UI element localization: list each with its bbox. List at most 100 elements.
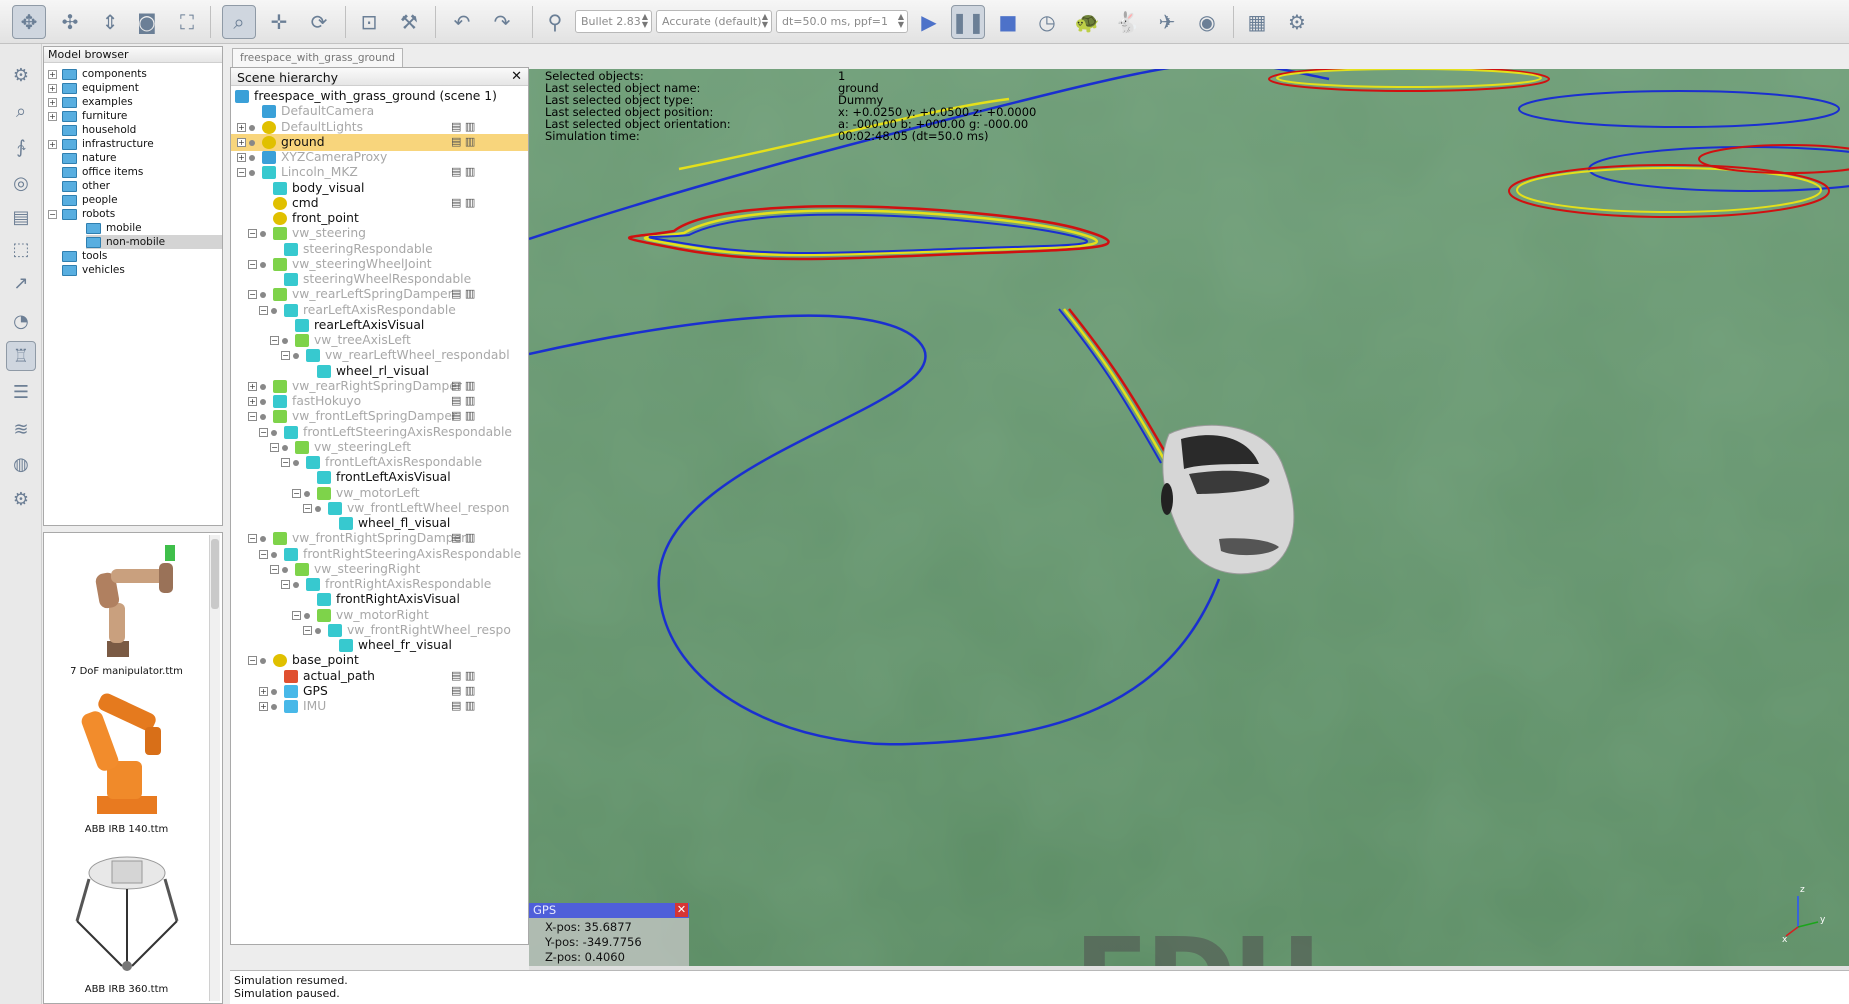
model-browser-toggle-icon[interactable]: ♖ bbox=[6, 341, 36, 371]
collapse-icon[interactable]: − bbox=[237, 168, 246, 178]
redo-icon[interactable]: ↷ bbox=[485, 5, 519, 39]
collapse-icon[interactable]: − bbox=[248, 259, 257, 269]
gps-panel[interactable]: GPS ✕ X-pos: 35.6877 Y-pos: -349.7756 Z-p… bbox=[529, 903, 689, 966]
scene-tab[interactable]: freespace_with_grass_ground bbox=[232, 48, 404, 68]
start-simulation-icon[interactable]: ▶ bbox=[912, 5, 946, 39]
model-thumbnail[interactable]: 7 DoF manipulator.ttm bbox=[44, 533, 209, 677]
scripts-icon[interactable]: ▤ bbox=[6, 202, 36, 232]
folder-item[interactable]: nature bbox=[62, 151, 116, 165]
collapse-icon[interactable]: − bbox=[303, 503, 312, 513]
collapse-icon[interactable]: − bbox=[248, 656, 257, 666]
collapse-icon[interactable]: − bbox=[248, 534, 257, 544]
folder-item[interactable]: + furniture bbox=[48, 109, 127, 123]
folder-item[interactable]: + components bbox=[48, 67, 147, 81]
collapse-icon[interactable]: − bbox=[248, 229, 257, 239]
dynamics-icon[interactable]: ⚲ bbox=[538, 5, 572, 39]
collapse-icon[interactable]: − bbox=[281, 580, 290, 589]
object-script-icon[interactable]: ▤ ▥ bbox=[451, 394, 475, 407]
expand-icon[interactable]: + bbox=[48, 111, 57, 121]
folder-item[interactable]: household bbox=[62, 123, 136, 137]
object-script-icon[interactable]: ▤ ▥ bbox=[451, 165, 475, 178]
object-script-icon[interactable]: ▤ ▥ bbox=[451, 669, 475, 682]
user-settings-icon[interactable]: ⚙ bbox=[6, 484, 36, 514]
close-icon[interactable]: ✕ bbox=[675, 903, 688, 917]
expand-icon[interactable]: + bbox=[259, 686, 268, 696]
scene-hierarchy-toggle-icon[interactable]: ☰ bbox=[6, 377, 36, 407]
expand-icon[interactable]: + bbox=[48, 69, 57, 79]
expand-icon[interactable]: + bbox=[48, 97, 57, 107]
object-script-icon[interactable]: ▤ ▥ bbox=[451, 684, 475, 697]
path-edit-icon[interactable]: ↗ bbox=[6, 268, 36, 298]
collapse-icon[interactable]: − bbox=[303, 625, 312, 635]
scrollbar-thumb[interactable] bbox=[211, 539, 219, 609]
collapse-icon[interactable]: − bbox=[259, 549, 268, 559]
folder-item[interactable]: tools bbox=[62, 249, 107, 263]
expand-icon[interactable]: + bbox=[48, 139, 57, 149]
calculation-modules-icon[interactable]: ⌕ bbox=[6, 96, 36, 126]
collapse-icon[interactable]: − bbox=[270, 336, 279, 345]
collapse-icon[interactable]: − bbox=[248, 412, 257, 422]
object-script-icon[interactable]: ▤ ▥ bbox=[451, 379, 475, 392]
expand-icon[interactable]: + bbox=[259, 702, 268, 711]
realtime-icon[interactable]: ◷ bbox=[1030, 5, 1064, 39]
expand-icon[interactable]: + bbox=[237, 153, 246, 162]
math-expression-icon[interactable]: ∱ bbox=[6, 132, 36, 162]
folder-item[interactable]: office items bbox=[62, 165, 143, 179]
collections-icon[interactable]: ◎ bbox=[6, 168, 36, 198]
tree-item[interactable]: + IMU ▤ ▥ bbox=[231, 698, 528, 715]
assemble-icon[interactable]: ⊡ bbox=[352, 5, 386, 39]
model-thumbnail[interactable]: ABB IRB 360.ttm bbox=[44, 851, 209, 995]
folder-item[interactable]: + examples bbox=[48, 95, 133, 109]
object-script-icon[interactable]: ▤ ▥ bbox=[451, 699, 475, 712]
object-script-icon[interactable]: ▤ ▥ bbox=[451, 287, 475, 300]
folder-item[interactable]: people bbox=[62, 193, 118, 207]
collapse-icon[interactable]: − bbox=[270, 442, 279, 452]
collapse-icon[interactable]: − bbox=[270, 564, 279, 574]
accuracy-select[interactable]: Accurate (default) ▲ ▼ bbox=[656, 10, 772, 33]
collapse-icon[interactable]: − bbox=[48, 209, 57, 219]
thumbnails-scrollbar[interactable] bbox=[209, 535, 220, 1001]
timestep-select[interactable]: dt=50.0 ms, ppf=1 ▲ ▼ bbox=[776, 10, 908, 33]
folder-item[interactable]: mobile bbox=[86, 221, 142, 235]
scene-icon[interactable]: ▦ bbox=[1240, 5, 1274, 39]
speed-up-icon[interactable]: 🐇 bbox=[1110, 5, 1144, 39]
expand-icon[interactable]: + bbox=[248, 397, 257, 406]
folder-item[interactable]: + infrastructure bbox=[48, 137, 154, 151]
close-icon[interactable]: ✕ bbox=[511, 69, 522, 84]
thread-rendering-icon[interactable]: ✈ bbox=[1150, 5, 1184, 39]
expand-icon[interactable]: + bbox=[248, 381, 257, 391]
expand-icon[interactable]: + bbox=[237, 122, 246, 132]
object-script-icon[interactable]: ▤ ▥ bbox=[451, 196, 475, 209]
collapse-icon[interactable]: − bbox=[281, 458, 290, 467]
object-script-icon[interactable]: ▤ ▥ bbox=[451, 135, 475, 148]
expand-icon[interactable]: + bbox=[237, 137, 246, 147]
folder-item[interactable]: vehicles bbox=[62, 263, 125, 277]
object-shift-icon[interactable]: ✛ bbox=[262, 5, 296, 39]
object-script-icon[interactable]: ▤ ▥ bbox=[451, 409, 475, 422]
click-selection-icon[interactable]: ⌕ bbox=[222, 5, 256, 39]
collapse-icon[interactable]: − bbox=[281, 351, 290, 361]
collapse-icon[interactable]: − bbox=[292, 488, 301, 498]
simulation-settings-icon[interactable]: ⚙ bbox=[6, 60, 36, 90]
transfer-dna-icon[interactable]: ⚒ bbox=[392, 5, 426, 39]
object-rotate-icon[interactable]: ⟳ bbox=[302, 5, 336, 39]
expand-icon[interactable]: + bbox=[48, 83, 57, 93]
collapse-icon[interactable]: − bbox=[259, 427, 268, 437]
object-script-icon[interactable]: ▤ ▥ bbox=[451, 531, 475, 544]
fit-to-view-icon[interactable]: ⛶ bbox=[170, 5, 204, 39]
selection-icon[interactable]: ◔ bbox=[6, 306, 36, 336]
camera-angle-icon[interactable]: ◙ bbox=[130, 5, 164, 39]
pause-simulation-icon[interactable]: ❚❚ bbox=[951, 5, 985, 39]
stop-simulation-icon[interactable]: ■ bbox=[991, 5, 1025, 39]
shape-edit-icon[interactable]: ⬚ bbox=[6, 234, 36, 264]
camera-pan-icon[interactable]: ✥ bbox=[12, 5, 46, 39]
folder-item[interactable]: − robots bbox=[48, 207, 115, 221]
undo-icon[interactable]: ↶ bbox=[445, 5, 479, 39]
model-thumbnail[interactable]: ABB IRB 140.ttm bbox=[44, 691, 209, 835]
collapse-icon[interactable]: − bbox=[248, 290, 257, 300]
collapse-icon[interactable]: − bbox=[292, 610, 301, 620]
page-icon[interactable]: ⚙ bbox=[1280, 5, 1314, 39]
folder-item[interactable]: other bbox=[62, 179, 110, 193]
slow-down-icon[interactable]: 🐢 bbox=[1070, 5, 1104, 39]
physics-engine-select[interactable]: Bullet 2.83 ▲ ▼ bbox=[575, 10, 652, 33]
